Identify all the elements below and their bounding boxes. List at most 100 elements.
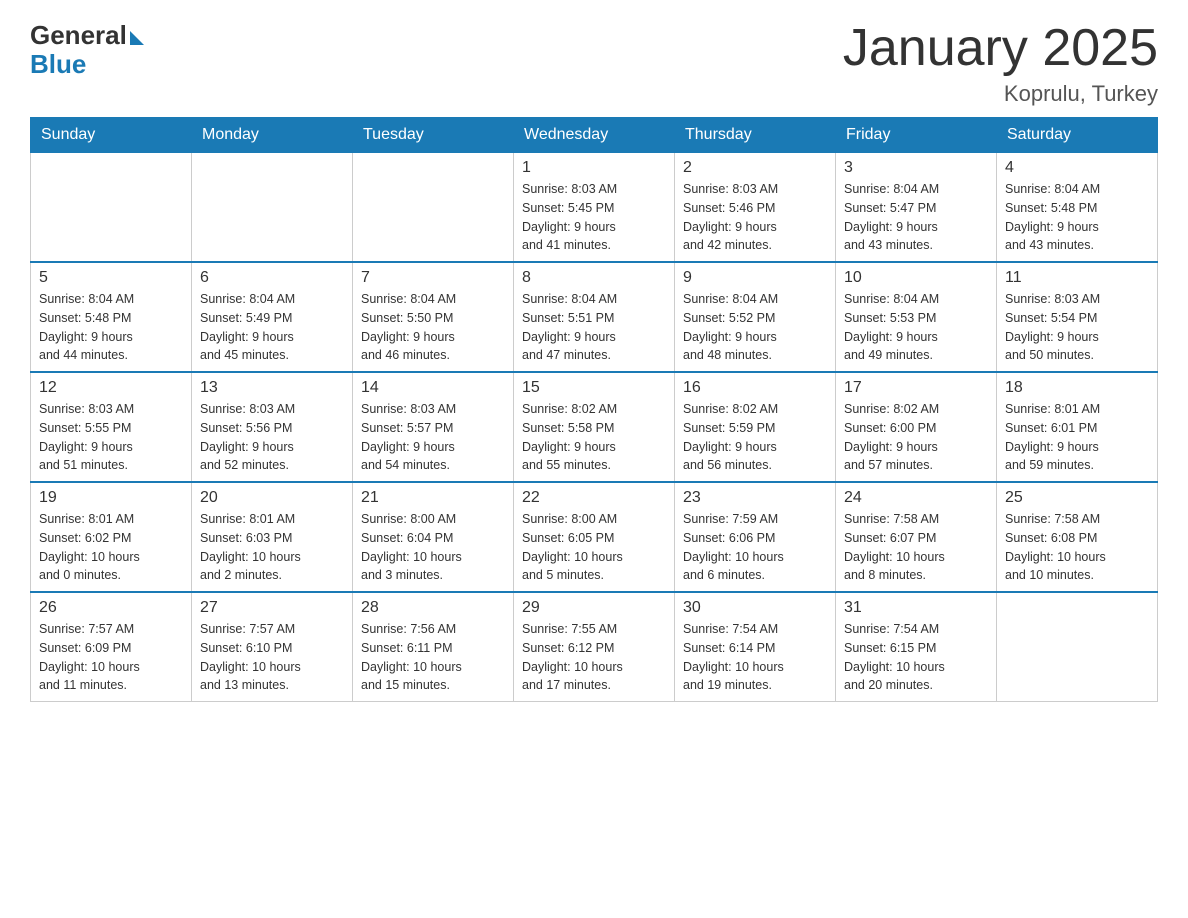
- calendar-day-cell: 25 Sunrise: 7:58 AM Sunset: 6:08 PM Dayli…: [997, 482, 1158, 592]
- logo-arrow-icon: [130, 31, 144, 45]
- day-info: Sunrise: 7:57 AM Sunset: 6:09 PM Dayligh…: [39, 620, 183, 695]
- calendar-day-header: Sunday: [31, 118, 192, 153]
- calendar-table: SundayMondayTuesdayWednesdayThursdayFrid…: [30, 117, 1158, 702]
- calendar-week-row: 1 Sunrise: 8:03 AM Sunset: 5:45 PM Daylig…: [31, 153, 1158, 263]
- day-info: Sunrise: 8:03 AM Sunset: 5:54 PM Dayligh…: [1005, 290, 1149, 365]
- day-number: 5: [39, 269, 183, 287]
- calendar-body: 1 Sunrise: 8:03 AM Sunset: 5:45 PM Daylig…: [31, 153, 1158, 702]
- logo: General Blue: [30, 20, 144, 80]
- calendar-day-cell: 3 Sunrise: 8:04 AM Sunset: 5:47 PM Daylig…: [836, 153, 997, 263]
- calendar-week-row: 12 Sunrise: 8:03 AM Sunset: 5:55 PM Dayli…: [31, 372, 1158, 482]
- calendar-title: January 2025: [843, 20, 1158, 77]
- day-info: Sunrise: 8:00 AM Sunset: 6:05 PM Dayligh…: [522, 510, 666, 585]
- day-info: Sunrise: 8:04 AM Sunset: 5:53 PM Dayligh…: [844, 290, 988, 365]
- calendar-day-cell: 30 Sunrise: 7:54 AM Sunset: 6:14 PM Dayli…: [675, 592, 836, 702]
- calendar-day-cell: 6 Sunrise: 8:04 AM Sunset: 5:49 PM Daylig…: [192, 262, 353, 372]
- calendar-day-cell: 29 Sunrise: 7:55 AM Sunset: 6:12 PM Dayli…: [514, 592, 675, 702]
- calendar-day-header: Monday: [192, 118, 353, 153]
- day-info: Sunrise: 8:02 AM Sunset: 5:59 PM Dayligh…: [683, 400, 827, 475]
- calendar-day-cell: 26 Sunrise: 7:57 AM Sunset: 6:09 PM Dayli…: [31, 592, 192, 702]
- day-number: 29: [522, 599, 666, 617]
- day-number: 4: [1005, 159, 1149, 177]
- day-info: Sunrise: 8:04 AM Sunset: 5:48 PM Dayligh…: [1005, 180, 1149, 255]
- calendar-day-cell: 11 Sunrise: 8:03 AM Sunset: 5:54 PM Dayli…: [997, 262, 1158, 372]
- day-number: 11: [1005, 269, 1149, 287]
- calendar-day-header: Wednesday: [514, 118, 675, 153]
- day-number: 10: [844, 269, 988, 287]
- day-number: 26: [39, 599, 183, 617]
- day-info: Sunrise: 8:03 AM Sunset: 5:45 PM Dayligh…: [522, 180, 666, 255]
- day-info: Sunrise: 8:01 AM Sunset: 6:03 PM Dayligh…: [200, 510, 344, 585]
- calendar-day-cell: [192, 153, 353, 263]
- calendar-week-row: 19Sunrise: 8:01 AM Sunset: 6:02 PM Dayli…: [31, 482, 1158, 592]
- calendar-day-cell: [353, 153, 514, 263]
- day-number: 14: [361, 379, 505, 397]
- day-number: 24: [844, 489, 988, 507]
- calendar-day-cell: 20 Sunrise: 8:01 AM Sunset: 6:03 PM Dayli…: [192, 482, 353, 592]
- calendar-day-cell: 19Sunrise: 8:01 AM Sunset: 6:02 PM Dayli…: [31, 482, 192, 592]
- day-info: Sunrise: 8:03 AM Sunset: 5:56 PM Dayligh…: [200, 400, 344, 475]
- day-number: 30: [683, 599, 827, 617]
- day-number: 1: [522, 159, 666, 177]
- day-number: 7: [361, 269, 505, 287]
- day-info: Sunrise: 8:04 AM Sunset: 5:52 PM Dayligh…: [683, 290, 827, 365]
- calendar-day-cell: 15 Sunrise: 8:02 AM Sunset: 5:58 PM Dayli…: [514, 372, 675, 482]
- day-info: Sunrise: 7:55 AM Sunset: 6:12 PM Dayligh…: [522, 620, 666, 695]
- calendar-week-row: 5Sunrise: 8:04 AM Sunset: 5:48 PM Daylig…: [31, 262, 1158, 372]
- day-number: 18: [1005, 379, 1149, 397]
- day-number: 15: [522, 379, 666, 397]
- calendar-day-header: Tuesday: [353, 118, 514, 153]
- calendar-day-cell: 14Sunrise: 8:03 AM Sunset: 5:57 PM Dayli…: [353, 372, 514, 482]
- calendar-day-cell: 5Sunrise: 8:04 AM Sunset: 5:48 PM Daylig…: [31, 262, 192, 372]
- day-info: Sunrise: 8:04 AM Sunset: 5:47 PM Dayligh…: [844, 180, 988, 255]
- calendar-day-cell: 17 Sunrise: 8:02 AM Sunset: 6:00 PM Dayli…: [836, 372, 997, 482]
- day-number: 23: [683, 489, 827, 507]
- day-info: Sunrise: 8:01 AM Sunset: 6:01 PM Dayligh…: [1005, 400, 1149, 475]
- day-info: Sunrise: 8:02 AM Sunset: 6:00 PM Dayligh…: [844, 400, 988, 475]
- day-info: Sunrise: 8:04 AM Sunset: 5:50 PM Dayligh…: [361, 290, 505, 365]
- day-info: Sunrise: 7:59 AM Sunset: 6:06 PM Dayligh…: [683, 510, 827, 585]
- logo-blue-text: Blue: [30, 49, 86, 80]
- calendar-day-cell: 8Sunrise: 8:04 AM Sunset: 5:51 PM Daylig…: [514, 262, 675, 372]
- day-info: Sunrise: 7:54 AM Sunset: 6:15 PM Dayligh…: [844, 620, 988, 695]
- calendar-day-header: Thursday: [675, 118, 836, 153]
- calendar-day-cell: [997, 592, 1158, 702]
- calendar-day-cell: [31, 153, 192, 263]
- calendar-day-cell: 2 Sunrise: 8:03 AM Sunset: 5:46 PM Daylig…: [675, 153, 836, 263]
- calendar-day-cell: 24Sunrise: 7:58 AM Sunset: 6:07 PM Dayli…: [836, 482, 997, 592]
- day-number: 16: [683, 379, 827, 397]
- calendar-day-cell: 9 Sunrise: 8:04 AM Sunset: 5:52 PM Daylig…: [675, 262, 836, 372]
- calendar-week-row: 26 Sunrise: 7:57 AM Sunset: 6:09 PM Dayli…: [31, 592, 1158, 702]
- day-info: Sunrise: 7:58 AM Sunset: 6:08 PM Dayligh…: [1005, 510, 1149, 585]
- calendar-day-cell: 31Sunrise: 7:54 AM Sunset: 6:15 PM Dayli…: [836, 592, 997, 702]
- day-number: 12: [39, 379, 183, 397]
- day-info: Sunrise: 8:04 AM Sunset: 5:51 PM Dayligh…: [522, 290, 666, 365]
- calendar-day-cell: 10 Sunrise: 8:04 AM Sunset: 5:53 PM Dayli…: [836, 262, 997, 372]
- day-info: Sunrise: 8:04 AM Sunset: 5:49 PM Dayligh…: [200, 290, 344, 365]
- day-number: 17: [844, 379, 988, 397]
- day-number: 13: [200, 379, 344, 397]
- day-number: 9: [683, 269, 827, 287]
- day-number: 2: [683, 159, 827, 177]
- day-number: 27: [200, 599, 344, 617]
- day-info: Sunrise: 8:01 AM Sunset: 6:02 PM Dayligh…: [39, 510, 183, 585]
- day-number: 6: [200, 269, 344, 287]
- day-info: Sunrise: 7:54 AM Sunset: 6:14 PM Dayligh…: [683, 620, 827, 695]
- calendar-header-row: SundayMondayTuesdayWednesdayThursdayFrid…: [31, 118, 1158, 153]
- day-info: Sunrise: 7:57 AM Sunset: 6:10 PM Dayligh…: [200, 620, 344, 695]
- day-info: Sunrise: 8:03 AM Sunset: 5:55 PM Dayligh…: [39, 400, 183, 475]
- calendar-day-cell: 16 Sunrise: 8:02 AM Sunset: 5:59 PM Dayli…: [675, 372, 836, 482]
- day-number: 3: [844, 159, 988, 177]
- calendar-day-cell: 27 Sunrise: 7:57 AM Sunset: 6:10 PM Dayli…: [192, 592, 353, 702]
- day-info: Sunrise: 8:00 AM Sunset: 6:04 PM Dayligh…: [361, 510, 505, 585]
- page-header: General Blue January 2025 Koprulu, Turke…: [30, 20, 1158, 107]
- calendar-day-cell: 13 Sunrise: 8:03 AM Sunset: 5:56 PM Dayli…: [192, 372, 353, 482]
- calendar-day-cell: 21Sunrise: 8:00 AM Sunset: 6:04 PM Dayli…: [353, 482, 514, 592]
- day-number: 25: [1005, 489, 1149, 507]
- day-number: 20: [200, 489, 344, 507]
- calendar-day-cell: 23 Sunrise: 7:59 AM Sunset: 6:06 PM Dayli…: [675, 482, 836, 592]
- calendar-header: SundayMondayTuesdayWednesdayThursdayFrid…: [31, 118, 1158, 153]
- day-number: 22: [522, 489, 666, 507]
- day-info: Sunrise: 8:03 AM Sunset: 5:46 PM Dayligh…: [683, 180, 827, 255]
- day-info: Sunrise: 8:02 AM Sunset: 5:58 PM Dayligh…: [522, 400, 666, 475]
